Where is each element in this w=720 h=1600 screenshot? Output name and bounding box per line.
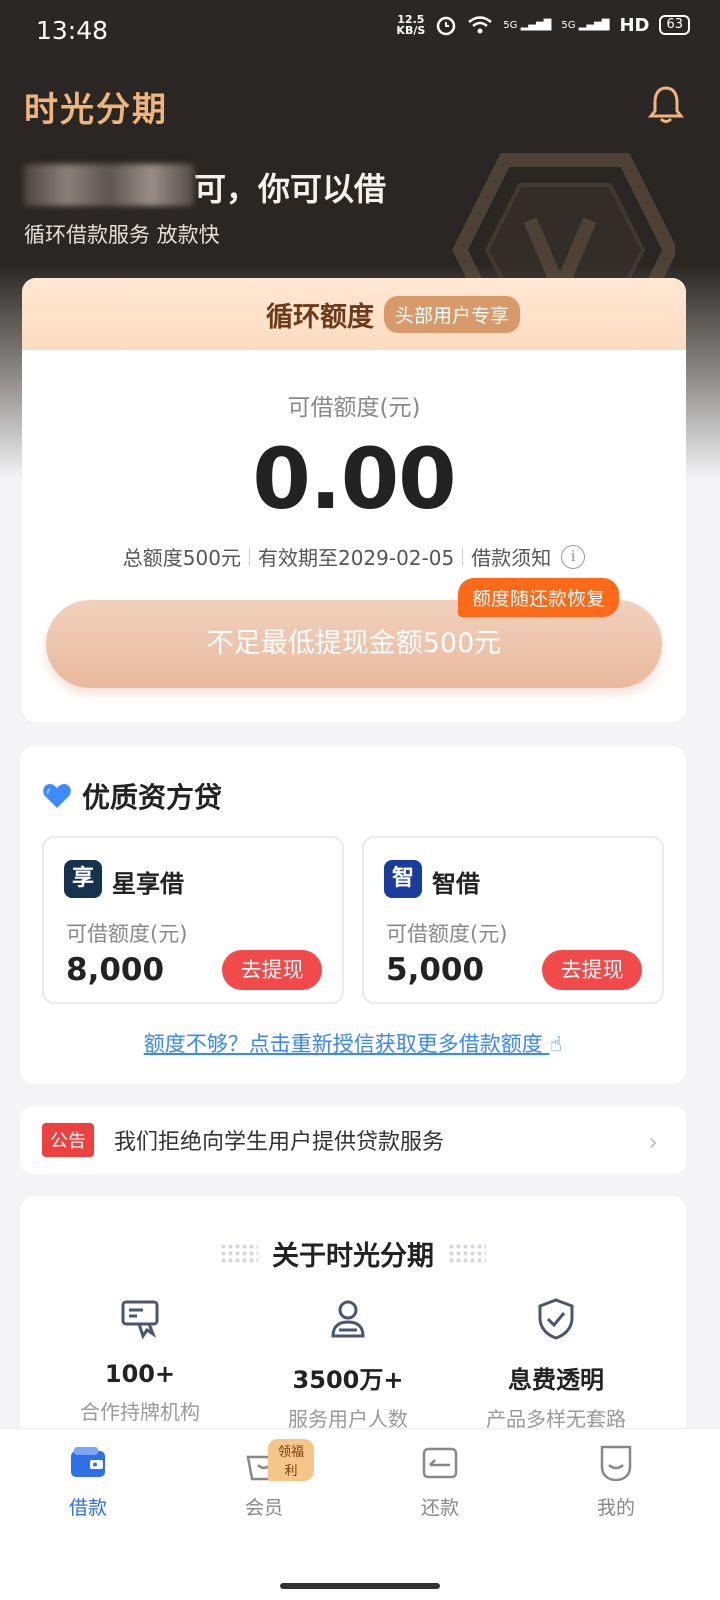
signal-icon: 5G ▂▄▆█ [561, 19, 610, 31]
heart-icon [43, 784, 71, 808]
available-label: 可借额度(元) [287, 395, 421, 421]
status-icons: 12.5 KB/S 5G ▂▄▆█ 5G ▂▄▆█ HD 63 [396, 14, 690, 36]
product-logo: 智 [384, 860, 422, 898]
divider [462, 547, 464, 566]
stat-value: 100+ [104, 1360, 176, 1388]
network-speed: 12.5 KB/S [396, 14, 425, 36]
withdraw-now-button[interactable]: 去提现 [542, 950, 642, 990]
reauth-link-text[interactable]: 额度不够？点击重新授信获取更多借款额度 [144, 1032, 543, 1056]
product-logo: 享 [64, 860, 102, 898]
withdraw-now-button[interactable]: 去提现 [222, 950, 322, 990]
pointing-hand-icon: ☝ [549, 1032, 563, 1056]
product-amount: 5,000 [386, 952, 485, 988]
bottom-nav: 借款 领福利 会员 还款 我的 [0, 1428, 720, 1600]
chevron-right-icon: › [648, 1128, 658, 1156]
stat-transparent-fees: 息费透明 产品多样无套路 [446, 1296, 666, 1432]
blurred-username [24, 164, 194, 206]
vip-tag: 头部用户专享 [383, 295, 520, 333]
products-title: 优质资方贷 [82, 781, 223, 814]
about-card: 关于时光分期 100+ 合作持牌机构 3500万+ 服务用户人数 息费透明 产品… [20, 1196, 686, 1456]
products-card: 优质资方贷 享 星享借 可借额度(元) 8,000 去提现 智 智借 可借额度(… [20, 746, 686, 1084]
loan-notice-link[interactable]: 借款须知 [471, 542, 551, 571]
stat-value: 3500万+ [292, 1366, 404, 1394]
credit-card: 循环额度 头部用户专享 可借额度(元) 0.00 总额度500元 有效期至202… [22, 278, 686, 722]
wallet-icon [71, 1447, 105, 1477]
products-heading: 优质资方贷 [42, 776, 222, 816]
nav-label: 会员 [244, 1497, 283, 1519]
total-quota: 总额度500元 [122, 546, 241, 570]
nav-item-loan[interactable]: 借款 [38, 1443, 138, 1520]
signal-1-label: 5G [503, 19, 518, 31]
app-title: 时光分期 [24, 90, 168, 130]
bell-icon[interactable] [648, 84, 684, 124]
product-tile-xingxiangjie[interactable]: 享 星享借 可借额度(元) 8,000 去提现 [42, 836, 344, 1004]
battery-icon: 63 [659, 15, 690, 35]
nav-label: 我的 [596, 1497, 635, 1519]
dots-decoration [220, 1242, 258, 1265]
license-icon [121, 1300, 159, 1340]
status-time: 13:48 [36, 16, 109, 45]
reauth-link[interactable]: 额度不够？点击重新授信获取更多借款额度 ☝ [20, 1028, 686, 1058]
product-name: 智借 [432, 870, 480, 898]
signal-2-label: 5G [561, 19, 576, 31]
shield-check-icon [538, 1298, 574, 1340]
product-tile-zhijie[interactable]: 智 智借 可借额度(元) 5,000 去提现 [362, 836, 664, 1004]
greeting-text: 可，你可以借 [194, 170, 387, 208]
credit-meta: 总额度500元 有效期至2029-02-05 借款须知 i [22, 542, 686, 571]
users-icon [331, 1300, 365, 1338]
nav-item-member[interactable]: 领福利 会员 [214, 1439, 314, 1520]
credit-card-header: 循环额度 头部用户专享 [22, 278, 686, 350]
available-amount: 0.00 [252, 430, 456, 528]
welfare-badge: 领福利 [268, 1439, 314, 1481]
hd-label: HD [619, 14, 650, 36]
stat-licensed-partners: 100+ 合作持牌机构 [30, 1296, 250, 1425]
nav-item-repay[interactable]: 还款 [390, 1443, 490, 1520]
info-icon[interactable]: i [561, 544, 586, 569]
nav-item-profile[interactable]: 我的 [566, 1443, 666, 1520]
stat-value: 息费透明 [508, 1366, 604, 1394]
restore-tip-badge: 额度随还款恢复 [458, 578, 620, 617]
status-bar: 13:48 12.5 KB/S 5G ▂▄▆█ 5G ▂▄▆█ HD 63 [0, 0, 720, 62]
product-amount: 8,000 [66, 952, 165, 988]
product-quota-label: 可借额度(元) [386, 922, 508, 946]
stat-users: 3500万+ 服务用户人数 [238, 1296, 458, 1432]
repay-icon [422, 1447, 458, 1479]
divider [248, 547, 250, 566]
product-name: 星享借 [112, 870, 184, 898]
greeting: 可，你可以借 [24, 164, 386, 210]
nav-label: 借款 [68, 1497, 107, 1519]
notice-bar[interactable]: 公告 我们拒绝向学生用户提供贷款服务 › [20, 1106, 686, 1174]
about-title: 关于时光分期 [272, 1241, 434, 1272]
signal-icon: 5G ▂▄▆█ [503, 19, 552, 31]
notice-tag: 公告 [42, 1123, 94, 1157]
product-quota-label: 可借额度(元) [66, 922, 188, 946]
valid-until: 有效期至2029-02-05 [257, 546, 455, 570]
wifi-icon [468, 16, 493, 34]
alarm-icon [437, 16, 456, 36]
notice-text: 我们拒绝向学生用户提供贷款服务 [114, 1130, 445, 1155]
credit-card-title: 循环额度 [265, 301, 374, 333]
greeting-subtitle: 循环借款服务 放款快 [24, 223, 220, 247]
network-speed-unit: KB/S [396, 24, 426, 37]
dots-decoration [448, 1242, 486, 1265]
home-indicator[interactable] [280, 1583, 440, 1589]
about-heading: 关于时光分期 [20, 1234, 686, 1273]
nav-label: 还款 [420, 1497, 459, 1519]
profile-icon [600, 1445, 632, 1482]
stat-label: 合作持牌机构 [80, 1400, 200, 1424]
